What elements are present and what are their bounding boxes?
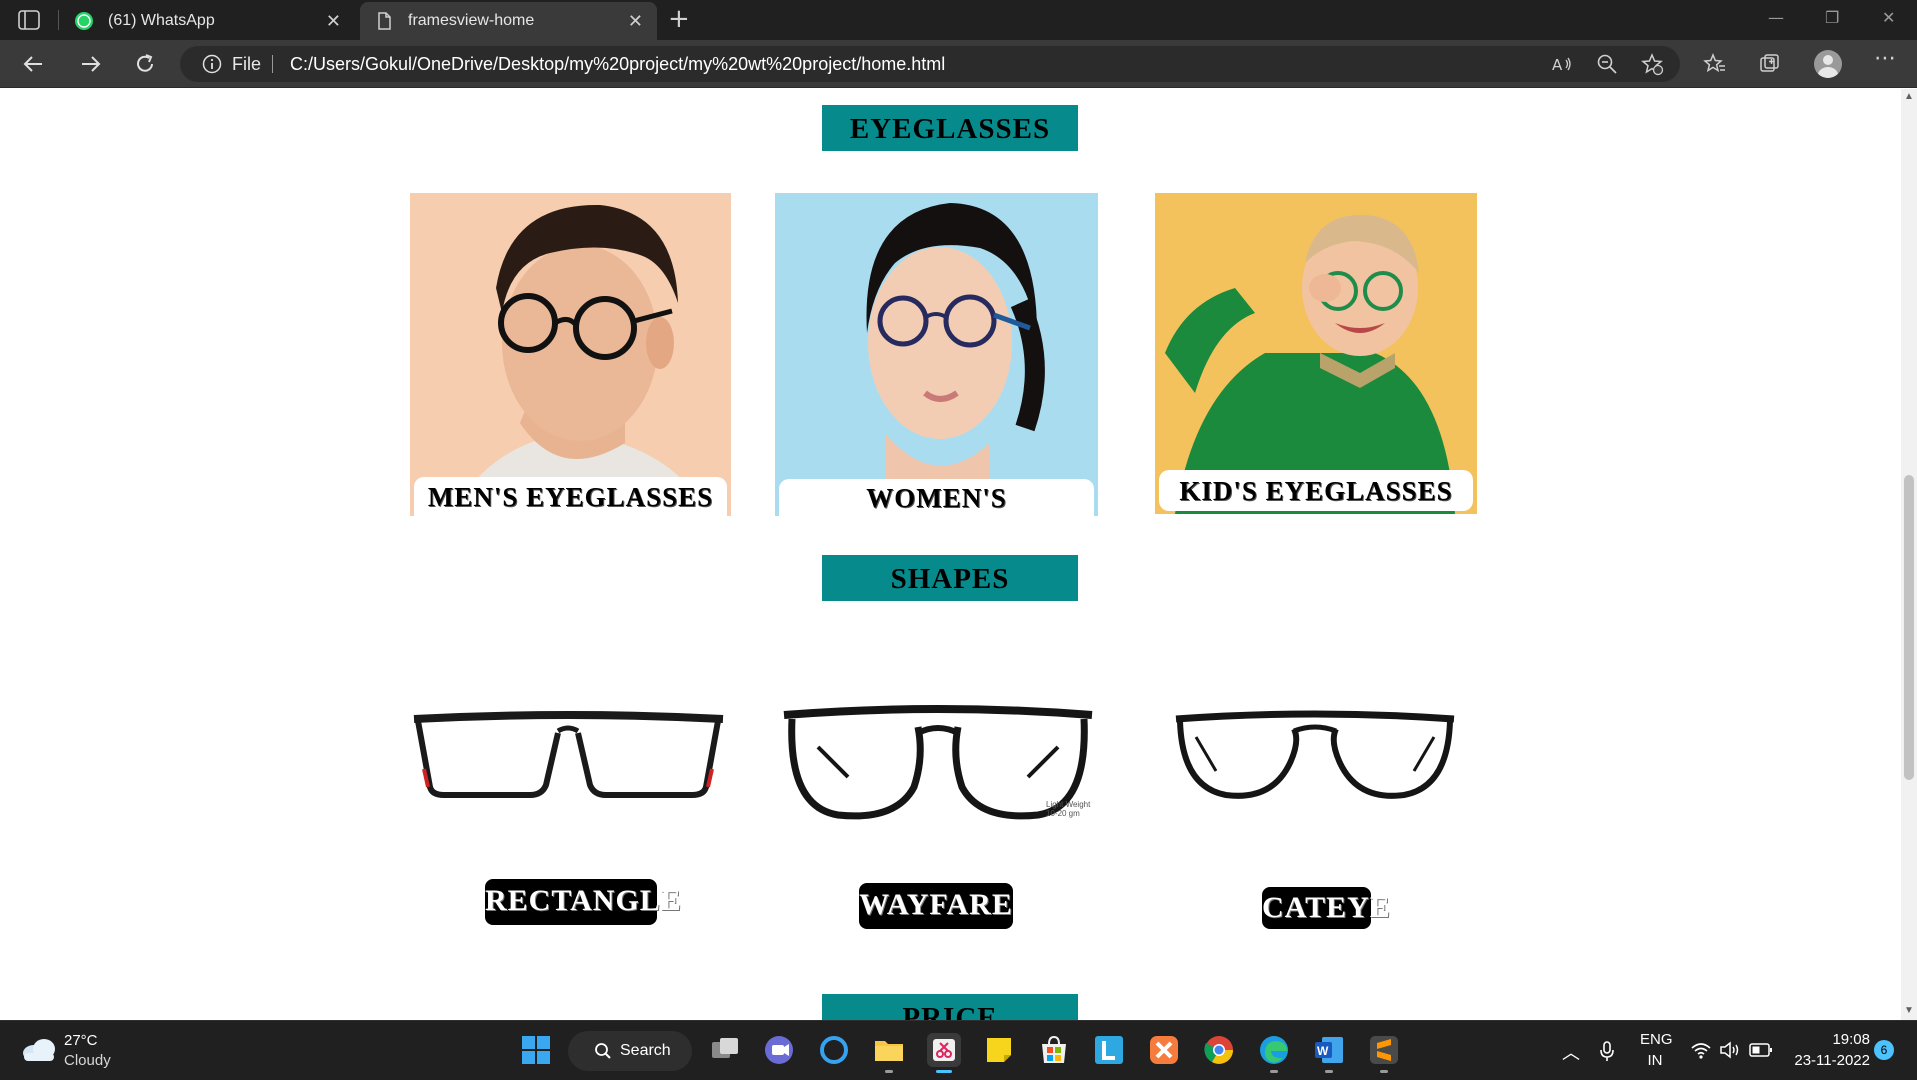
wifi-icon[interactable] — [1690, 1041, 1712, 1059]
edge-icon[interactable] — [1257, 1033, 1291, 1073]
new-tab-icon[interactable]: + — [668, 4, 690, 34]
page-icon — [378, 12, 391, 30]
close-tab-icon[interactable]: ✕ — [628, 2, 643, 40]
browser-tab-bar: (61) WhatsApp ✕ framesview-home ✕ + — ❐ … — [0, 0, 1917, 40]
search-icon — [595, 1043, 611, 1059]
tab-whatsapp[interactable]: (61) WhatsApp ✕ — [60, 2, 355, 40]
eyeglasses-heading: EYEGLASSES — [822, 105, 1078, 151]
tab-framesview-home[interactable]: framesview-home ✕ — [360, 2, 657, 40]
running-indicator — [1270, 1070, 1278, 1073]
woman-wearing-glasses-photo — [775, 193, 1098, 516]
running-indicator — [1325, 1070, 1333, 1073]
clock-time[interactable]: 19:08 — [1810, 1031, 1870, 1048]
word-icon[interactable]: W — [1312, 1033, 1346, 1073]
add-favorite-icon[interactable] — [1640, 52, 1664, 76]
tab-separator — [58, 10, 59, 30]
microsoft-store-icon[interactable] — [1037, 1033, 1071, 1067]
refresh-icon[interactable] — [131, 50, 159, 78]
rectangle-label[interactable]: RECTANGLE — [485, 879, 681, 925]
cateye-label[interactable]: CATEYE — [1262, 887, 1390, 929]
mens-eyeglasses-card[interactable]: MEN'S EYEGLASSES — [410, 193, 731, 516]
rectangle-frame-card[interactable] — [410, 709, 727, 819]
teams-chat-icon[interactable] — [762, 1033, 796, 1067]
clock-date[interactable]: 23-11-2022 — [1784, 1052, 1870, 1069]
xampp-icon[interactable] — [1147, 1033, 1181, 1067]
microphone-icon[interactable] — [1598, 1040, 1616, 1062]
price-heading: PRICE — [822, 994, 1078, 1020]
tab-actions-icon[interactable] — [18, 10, 40, 30]
info-icon[interactable] — [202, 54, 222, 74]
womens-eyeglasses-label: WOMEN'S EYEGLASSES — [779, 479, 1094, 516]
active-indicator — [936, 1070, 952, 1073]
man-wearing-glasses-photo — [410, 193, 731, 516]
tab-title: (61) WhatsApp — [108, 12, 215, 29]
tab-title: framesview-home — [408, 12, 535, 29]
close-window-icon[interactable]: ✕ — [1882, 8, 1895, 27]
taskbar-search[interactable]: Search — [568, 1031, 692, 1071]
url-text[interactable]: C:/Users/Gokul/OneDrive/Desktop/my%20pro… — [290, 46, 945, 82]
cloud-weather-icon[interactable] — [20, 1035, 58, 1065]
kid-wearing-glasses-photo — [1155, 193, 1477, 514]
more-options-icon[interactable]: ⋯ — [1874, 46, 1898, 71]
l-app-icon[interactable] — [1092, 1033, 1126, 1067]
wayfare-label[interactable]: WAYFARE — [859, 883, 1013, 929]
page-viewport: EYEGLASSES MEN'S EYEGLASSES WOMEN'S KID'… — [0, 89, 1917, 1020]
rectangle-frame-image — [413, 711, 724, 798]
region-indicator[interactable]: IN — [1640, 1052, 1670, 1069]
womens-eyeglasses-card[interactable]: WOMEN'S EYEGLASSES — [775, 193, 1098, 516]
scroll-down-icon[interactable]: ▼ — [1904, 1005, 1914, 1016]
battery-icon[interactable] — [1749, 1042, 1773, 1058]
weight-caption-line1: Light Weight — [1046, 800, 1091, 809]
cateye-frame-image — [1175, 710, 1455, 799]
kids-eyeglasses-card[interactable]: KID'S EYEGLASSES — [1155, 193, 1477, 514]
svg-text:W: W — [1317, 1044, 1329, 1058]
profile-avatar[interactable] — [1814, 50, 1842, 78]
weather-temperature[interactable]: 27°C — [64, 1032, 98, 1049]
chrome-icon[interactable] — [1202, 1033, 1236, 1067]
wayfare-frame-card[interactable]: Light Weight 10-20 gm — [778, 697, 1098, 833]
zoom-icon[interactable] — [1595, 52, 1619, 76]
read-aloud-icon[interactable]: A — [1550, 52, 1574, 76]
minimize-icon[interactable]: — — [1768, 8, 1784, 27]
collections-icon[interactable] — [1758, 52, 1782, 76]
back-icon[interactable] — [20, 50, 48, 78]
running-indicator — [885, 1070, 893, 1073]
weight-caption-line2: 10-20 gm — [1046, 809, 1080, 818]
address-bar[interactable]: File C:/Users/Gokul/OneDrive/Desktop/my%… — [180, 46, 1680, 82]
forward-icon[interactable] — [76, 50, 104, 78]
cortana-icon[interactable] — [817, 1033, 851, 1067]
favorites-icon[interactable] — [1703, 52, 1727, 76]
windows-start-icon[interactable] — [519, 1033, 553, 1067]
scroll-up-icon[interactable]: ▲ — [1904, 91, 1914, 102]
notification-badge[interactable]: 6 — [1874, 1040, 1894, 1060]
kids-eyeglasses-label: KID'S EYEGLASSES — [1159, 470, 1473, 511]
running-indicator — [1380, 1070, 1388, 1073]
shapes-heading: SHAPES — [822, 555, 1078, 601]
volume-icon[interactable] — [1719, 1041, 1741, 1059]
svg-text:A: A — [1552, 56, 1563, 74]
scroll-thumb[interactable] — [1904, 475, 1914, 780]
search-label: Search — [620, 1042, 671, 1059]
file-explorer-icon[interactable] — [872, 1033, 906, 1073]
mens-eyeglasses-label: MEN'S EYEGLASSES — [414, 477, 727, 516]
restore-icon[interactable]: ❐ — [1825, 8, 1839, 27]
file-scheme-label: File — [232, 54, 262, 74]
weather-condition[interactable]: Cloudy — [64, 1052, 111, 1069]
windows-taskbar: 27°C Cloudy Search W ︿ ENG IN 19:08 23-1… — [0, 1020, 1917, 1080]
snipping-tool-icon[interactable] — [927, 1033, 961, 1073]
sublime-text-icon[interactable] — [1367, 1033, 1401, 1073]
close-tab-icon[interactable]: ✕ — [326, 2, 341, 40]
whatsapp-icon — [75, 12, 93, 30]
task-view-icon[interactable] — [708, 1033, 742, 1067]
cateye-frame-card[interactable] — [1172, 707, 1458, 807]
show-hidden-icons-icon[interactable]: ︿ — [1562, 1039, 1580, 1065]
language-indicator[interactable]: ENG — [1640, 1031, 1673, 1048]
page-scrollbar[interactable]: ▲ ▼ — [1901, 89, 1917, 1020]
browser-toolbar: File C:/Users/Gokul/OneDrive/Desktop/my%… — [0, 40, 1917, 88]
sticky-notes-icon[interactable] — [982, 1033, 1016, 1067]
url-separator — [272, 55, 273, 73]
